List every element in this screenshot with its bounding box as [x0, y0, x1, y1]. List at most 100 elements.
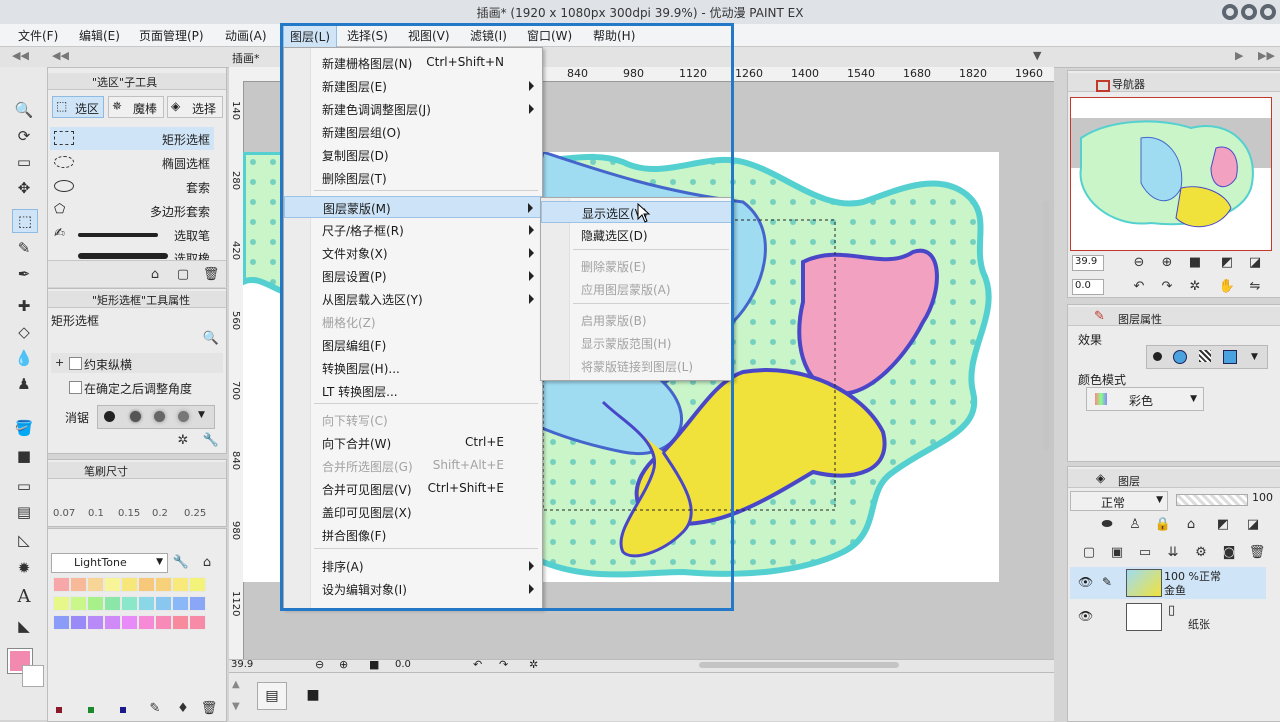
palette-select[interactable]: LightTone ▼: [51, 553, 168, 573]
tab-magic-wand[interactable]: ✵ 魔棒: [108, 96, 164, 118]
layer-tab[interactable]: 图层: [1118, 473, 1140, 489]
visibility-eye-icon[interactable]: 👁: [1078, 609, 1093, 623]
scroll-right-icon[interactable]: ▶: [1235, 49, 1243, 62]
menu-page[interactable]: 页面管理(P): [139, 27, 204, 44]
eraser-tool-icon[interactable]: ◇: [12, 321, 36, 343]
color-swatch[interactable]: [189, 577, 206, 592]
collapse-right-icon[interactable]: ▶▶: [1258, 49, 1275, 62]
color-swatch[interactable]: [53, 615, 70, 630]
opacity-slider[interactable]: [1176, 494, 1248, 506]
zoom-in-icon[interactable]: ⊕: [339, 658, 348, 671]
vertical-scrollbar[interactable]: [1040, 81, 1052, 659]
nav-reset-icon[interactable]: ✲: [1186, 277, 1204, 295]
constrain-checkbox[interactable]: [69, 357, 82, 370]
new-vector-layer-icon[interactable]: ▣: [1108, 543, 1126, 561]
color-swatch[interactable]: [104, 596, 121, 611]
color-fill-icon[interactable]: ♦: [174, 699, 192, 717]
layer-settings-icon[interactable]: ⚙: [1192, 543, 1210, 561]
nav-zoom-out-icon[interactable]: ⊖: [1130, 253, 1148, 271]
camera-icon[interactable]: ■: [299, 682, 327, 708]
spin-icon[interactable]: ✲: [174, 431, 192, 449]
eyedropper-icon[interactable]: ✎: [12, 237, 36, 259]
zoom-tool-icon[interactable]: 🔍: [12, 99, 36, 121]
palette-add-icon[interactable]: ⌂: [198, 553, 216, 571]
nav-zoom-in-icon[interactable]: ⊕: [1158, 253, 1176, 271]
new-raster-layer-icon[interactable]: ▢: [1080, 543, 1098, 561]
subtool-item-polygon-lasso[interactable]: ⬠ 多边形套索: [50, 199, 214, 222]
new-folder-icon[interactable]: ▭: [1136, 543, 1154, 561]
blend-tool-icon[interactable]: 💧: [12, 347, 36, 369]
color-pen-icon[interactable]: ✎: [146, 699, 164, 717]
nav-rotate-right-icon[interactable]: ↷: [1158, 277, 1176, 295]
color-swatch[interactable]: [87, 596, 104, 611]
color-swatch[interactable]: [121, 615, 138, 630]
nav-angle-field[interactable]: 0.0: [1072, 279, 1104, 295]
ruler-tool-icon[interactable]: ◺: [12, 529, 36, 551]
nav-flip-h-icon[interactable]: ◩: [1218, 253, 1236, 271]
selection-tool-icon[interactable]: ⬚: [12, 209, 38, 233]
expand-icon[interactable]: +: [55, 356, 64, 369]
color-swatch[interactable]: [189, 596, 206, 611]
wrench-icon[interactable]: 🔧: [202, 431, 220, 449]
color-swatch[interactable]: [121, 577, 138, 592]
color-mode-select[interactable]: 彩色 ▼: [1086, 387, 1204, 411]
subtool-item-lasso[interactable]: 套索: [50, 175, 214, 198]
timeline-icon[interactable]: ▤: [257, 682, 287, 710]
lock-icon[interactable]: 🔒: [1154, 515, 1172, 533]
effect-line-icon[interactable]: ✹: [12, 557, 36, 579]
palette-wrench-icon[interactable]: 🔧: [172, 553, 190, 571]
text-tool-icon[interactable]: A: [12, 585, 36, 607]
color-swatch[interactable]: [155, 615, 172, 630]
collapse-icon[interactable]: ◀◀: [52, 49, 69, 62]
brush-tool-icon[interactable]: ✚: [12, 295, 36, 317]
rotate-right-icon[interactable]: ↷: [499, 658, 508, 671]
menu-file[interactable]: 文件(F): [18, 27, 58, 44]
layer-mask-apply-icon[interactable]: ◪: [1244, 515, 1262, 533]
new-subtool-icon[interactable]: ▢: [174, 265, 192, 283]
brush-size-option[interactable]: 0.25: [184, 508, 206, 519]
brush-size-option[interactable]: 0.2: [152, 508, 168, 519]
collapse-left-icon[interactable]: ◀◀: [12, 49, 29, 62]
color-swatch[interactable]: [53, 577, 70, 592]
canvas-angle-value[interactable]: 0.0: [395, 659, 411, 670]
nav-rotate-left-icon[interactable]: ↶: [1130, 277, 1148, 295]
frame-tool-icon[interactable]: ▤: [12, 501, 36, 523]
nav-flip-icon[interactable]: ⇋: [1246, 277, 1264, 295]
layer-clip-icon[interactable]: ⬬: [1098, 515, 1116, 533]
lock-transparent-icon[interactable]: ⌂: [1182, 515, 1200, 533]
color-swatch[interactable]: [138, 577, 155, 592]
color-swatch[interactable]: [189, 615, 206, 630]
layer-reference-icon[interactable]: ♙: [1126, 515, 1144, 533]
brush-size-option[interactable]: 0.15: [118, 508, 140, 519]
horizontal-scrollbar[interactable]: [699, 662, 899, 668]
color-swatch[interactable]: [70, 596, 87, 611]
merge-down-icon[interactable]: ⇊: [1164, 543, 1182, 561]
move-tool-icon[interactable]: ✥: [12, 177, 36, 199]
subtool-item-select-pen[interactable]: ✍ 选取笔: [50, 223, 214, 246]
gradient-tool-icon[interactable]: ■: [12, 445, 36, 467]
color-swatch[interactable]: [87, 577, 104, 592]
effect-selector[interactable]: ▼: [1146, 345, 1268, 369]
color-swatch[interactable]: [155, 596, 172, 611]
figure-tool-icon[interactable]: ▭: [12, 475, 36, 497]
canvas-zoom-value[interactable]: 39.9: [231, 659, 253, 670]
bucket-tool-icon[interactable]: 🪣: [12, 417, 36, 439]
color-swatch[interactable]: [104, 615, 121, 630]
brush-size-option[interactable]: 0.1: [88, 508, 104, 519]
delete-layer-icon[interactable]: 🗑: [1248, 543, 1266, 561]
color-delete-icon[interactable]: 🗑: [200, 699, 218, 717]
close-button[interactable]: [1260, 4, 1276, 20]
menu-animation[interactable]: 动画(A): [225, 27, 267, 44]
magnify-icon[interactable]: 🔍: [202, 329, 220, 347]
layer-row-goldfish[interactable]: 👁 ✎ 100 %正常 金鱼: [1070, 567, 1266, 599]
opacity-value[interactable]: 100: [1252, 491, 1273, 504]
reset-rotation-icon[interactable]: ✲: [529, 658, 538, 671]
adjust-angle-checkbox[interactable]: [69, 381, 82, 394]
color-swatch[interactable]: [172, 615, 189, 630]
sub-color-swatch[interactable]: [22, 665, 44, 687]
collapse-down-icon[interactable]: ▼: [232, 701, 240, 712]
rotate-tool-icon[interactable]: ⟳: [12, 125, 36, 147]
color-swatch[interactable]: [70, 577, 87, 592]
layer-property-tab[interactable]: 图层属性: [1118, 311, 1162, 327]
collapse-up-icon[interactable]: ▲: [232, 679, 240, 690]
